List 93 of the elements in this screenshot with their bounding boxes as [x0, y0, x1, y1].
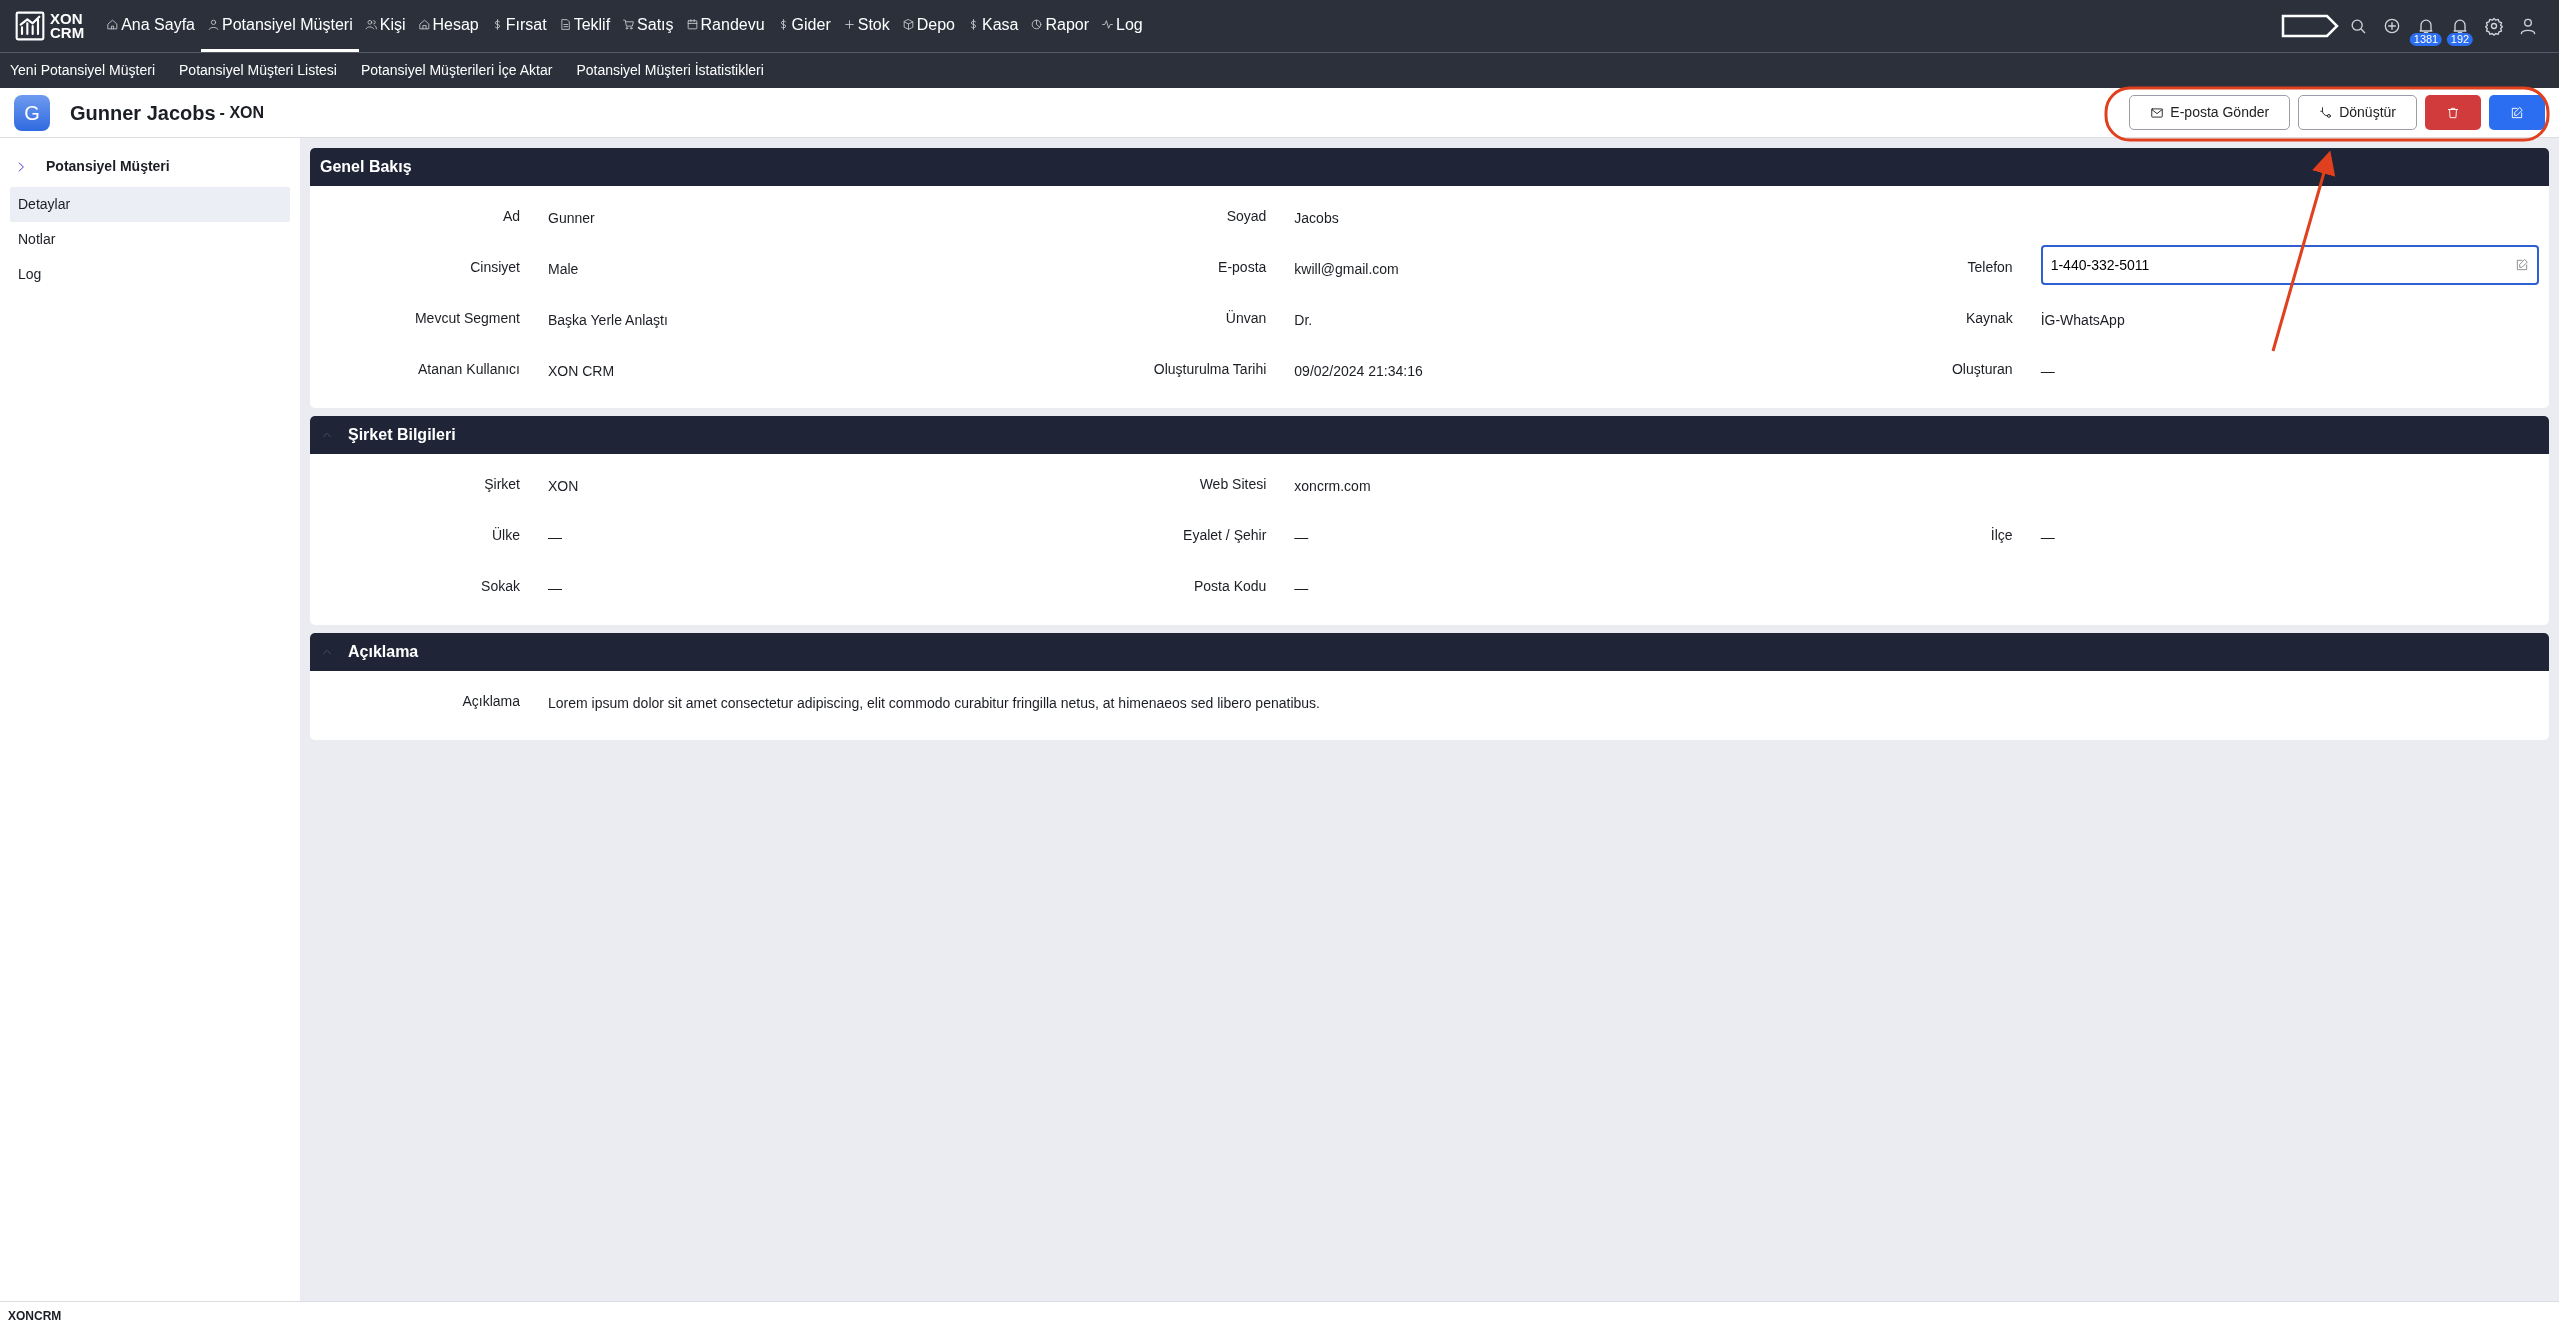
nav-tab[interactable]: Kişi — [358, 0, 412, 52]
field-value: 09/02/2024 21:34:16 — [1294, 362, 1423, 381]
field-label: Eyalet / Şehir — [1182, 526, 1267, 545]
field-value: — — [548, 579, 562, 598]
field-value: Gunner — [548, 209, 595, 228]
field-value: Lorem ipsum dolor sit amet consectetur adipiscing, elit commodo curabitur fringilla netus, at himenaeos sed libero penatibus. — [548, 694, 1320, 713]
field-label: Ad — [501, 207, 520, 226]
subnav-link[interactable]: Yeni Potansiyel Müşteri — [10, 60, 155, 81]
user-icon[interactable] — [2518, 16, 2538, 36]
cube-icon — [901, 18, 915, 31]
mail-icon — [2150, 105, 2165, 120]
person-icon — [207, 18, 220, 31]
logo-text: CRM — [50, 26, 85, 40]
add-icon[interactable] — [2382, 16, 2402, 36]
field-value: — — [2040, 528, 2055, 547]
field-value: kwill@gmail.com — [1294, 260, 1399, 279]
field-value: — — [2040, 362, 2055, 381]
nav-tab[interactable]: Rapor — [1024, 0, 1096, 52]
count-badge: 192 — [2446, 33, 2474, 46]
nav-tab[interactable]: Hesap — [411, 0, 485, 52]
people-icon — [364, 18, 378, 31]
field-value: — — [1294, 579, 1309, 598]
nav-tab[interactable]: Log — [1095, 0, 1149, 52]
edit-icon — [2510, 105, 2524, 120]
chart-logo-icon — [14, 10, 46, 42]
avatar: G — [14, 94, 50, 131]
field-value: xoncrm.com — [1294, 477, 1371, 496]
field-label: İlçe — [1989, 526, 2013, 545]
nav-tab[interactable]: Randevu — [679, 0, 771, 52]
field-label: Soyad — [1225, 207, 1267, 226]
field-value: Dr. — [1294, 311, 1313, 330]
field-label: Oluşturulma Tarihi — [1152, 360, 1267, 379]
settings-icon[interactable] — [2484, 16, 2504, 36]
field-value: Male — [548, 260, 579, 279]
action-button[interactable]: E-posta Gönder — [2129, 95, 2291, 130]
field-value: XON CRM — [548, 362, 615, 381]
record-title: Gunner Jacobs — [70, 100, 216, 126]
nav-tab[interactable]: Teklif — [552, 0, 617, 52]
delete-button[interactable] — [2425, 95, 2481, 130]
nav-tab[interactable]: Satış — [616, 0, 680, 52]
field-label: Telefon — [1966, 258, 2013, 277]
nav-tab[interactable]: Stok — [836, 0, 896, 52]
field-label: Atanan Kullanıcı — [417, 360, 520, 379]
field-value: — — [1294, 528, 1309, 547]
field-label: Posta Kodu — [1192, 577, 1267, 596]
field-value: Başka Yerle Anlaştı — [548, 311, 668, 330]
field-label: Oluşturan — [1950, 360, 2013, 379]
field-label: Açıklama — [461, 692, 520, 711]
subnav-link[interactable]: Potansiyel Müşteri Listesi — [179, 60, 337, 81]
footer-text: XONCRM — [8, 1307, 62, 1325]
sidebar-item[interactable]: Log — [10, 257, 290, 292]
nav-tab[interactable]: Gider — [770, 0, 837, 52]
field-label: E-posta — [1217, 258, 1267, 277]
subnav-link[interactable]: Potansiyel Müşterileri İçe Aktar — [360, 60, 553, 81]
sidebar-heading: Potansiyel Müşteri — [46, 157, 170, 176]
edit-button[interactable] — [2489, 95, 2545, 130]
field-value: XON — [548, 477, 579, 496]
count-badge: 1381 — [2409, 33, 2443, 46]
plus-icon — [842, 18, 856, 31]
field-label: Kaynak — [1964, 309, 2013, 328]
field-label: Ülke — [491, 526, 520, 545]
section-title: Genel Bakış — [320, 157, 412, 177]
pie-chart-icon — [1030, 18, 1044, 31]
company-suffix: - XON — [219, 102, 265, 123]
sidebar-item[interactable]: Detaylar — [10, 187, 290, 222]
field-label: Ünvan — [1224, 309, 1267, 328]
branch-icon — [2319, 105, 2334, 120]
trash-icon — [2446, 105, 2460, 120]
nav-tab[interactable]: Fırsat — [484, 0, 553, 52]
section-title: Şirket Bilgileri — [348, 425, 456, 445]
field-label: Web Sitesi — [1198, 475, 1267, 494]
field-value: Jacobs — [1294, 209, 1339, 228]
home-icon — [106, 18, 120, 31]
arrow-shape-icon — [2281, 14, 2341, 38]
section-title: Açıklama — [348, 642, 419, 662]
pulse-icon — [1101, 18, 1115, 31]
input-field[interactable]: 1-440-332-5011 — [2040, 245, 2539, 285]
nav-tab[interactable]: Depo — [895, 0, 961, 52]
cart-icon — [622, 18, 636, 31]
field-label: Mevcut Segment — [413, 309, 520, 328]
logo-text: XON — [50, 12, 84, 26]
field-value: İG-WhatsApp — [2040, 311, 2125, 330]
field-label: Sokak — [480, 577, 520, 596]
action-button[interactable]: Dönüştür — [2298, 95, 2417, 130]
edit-icon[interactable] — [2515, 258, 2529, 272]
nav-tab[interactable]: Kasa — [961, 0, 1025, 52]
subnav-link[interactable]: Potansiyel Müşteri İstatistikleri — [576, 60, 764, 81]
sidebar-item[interactable]: Notlar — [10, 222, 290, 257]
field-label: Şirket — [483, 475, 520, 494]
field-label: Cinsiyet — [469, 258, 520, 277]
calendar-icon — [685, 18, 699, 31]
field-value: — — [548, 528, 562, 547]
nav-tab[interactable]: Ana Sayfa — [100, 0, 201, 52]
